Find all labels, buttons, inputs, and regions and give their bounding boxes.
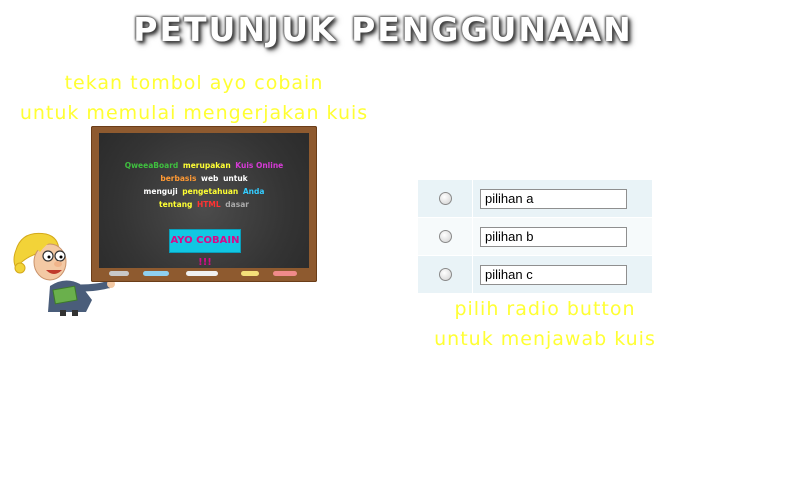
chalk-piece: [143, 271, 169, 276]
input-cell: pilihan a: [473, 188, 627, 209]
option-field[interactable]: pilihan a: [480, 188, 627, 209]
option-row: pilihan a: [418, 180, 652, 218]
chalk-piece: [273, 271, 297, 276]
input-cell: pilihan b: [473, 226, 627, 247]
option-radio[interactable]: [438, 192, 452, 205]
option-radio[interactable]: [438, 230, 452, 243]
option-row: pilihan b: [418, 218, 652, 256]
answer-options: pilihan a pilihan b pilihan c: [418, 180, 652, 294]
chalk-tray: [91, 271, 317, 279]
chalk-piece: [241, 271, 259, 276]
chalk-word: dasar: [225, 200, 249, 209]
start-hint-line-2: untuk memulai mengerjakan kuis: [19, 102, 369, 124]
radio-cell: [418, 256, 473, 293]
chalk-line-2: berbasis web untuk: [99, 172, 309, 185]
chalk-word: pengetahuan: [182, 187, 239, 196]
start-hint: tekan tombol ayo cobain untuk memulai me…: [14, 68, 374, 128]
chalk-word: menguji: [143, 187, 178, 196]
start-hint-line-1: tekan tombol ayo cobain: [64, 72, 324, 94]
page-title: PETUNJUK PENGGUNAAN: [133, 10, 633, 49]
chalkboard-surface: QweeaBoard merupakan Kuis Online berbasi…: [99, 133, 309, 268]
chalk-word: HTML: [197, 200, 221, 209]
chalk-word: tentang: [159, 200, 193, 209]
answer-hint-line-2: untuk menjawab kuis: [434, 328, 656, 350]
option-radio[interactable]: [438, 268, 452, 281]
chalk-word: QweeaBoard: [124, 161, 179, 170]
radio-cell: [418, 218, 473, 255]
option-field[interactable]: pilihan b: [480, 226, 627, 247]
radio-cell: [418, 180, 473, 217]
answer-hint: pilih radio button untuk menjawab kuis: [420, 294, 670, 354]
chalk-word: web: [201, 174, 219, 183]
input-cell: pilihan c: [473, 264, 627, 285]
ayo-cobain-button[interactable]: AYO COBAIN !!!: [169, 229, 241, 268]
chalk-word: Anda: [242, 187, 265, 196]
chalk-piece: [109, 271, 129, 276]
chalk-line-3: menguji pengetahuan Anda: [99, 185, 309, 198]
chalk-line-1: QweeaBoard merupakan Kuis Online: [99, 159, 309, 172]
option-field[interactable]: pilihan c: [480, 264, 627, 285]
chalk-word: Kuis Online: [235, 161, 284, 170]
chalkboard-text: QweeaBoard merupakan Kuis Online berbasi…: [99, 159, 309, 211]
chalk-piece: [186, 271, 218, 276]
chalkboard: QweeaBoard merupakan Kuis Online berbasi…: [91, 126, 317, 282]
option-row: pilihan c: [418, 256, 652, 294]
chalk-line-4: tentang HTML dasar: [99, 198, 309, 211]
chalk-word: berbasis: [160, 174, 197, 183]
answer-hint-line-1: pilih radio button: [454, 298, 636, 320]
chalk-word: untuk: [223, 174, 248, 183]
chalk-word: merupakan: [182, 161, 231, 170]
